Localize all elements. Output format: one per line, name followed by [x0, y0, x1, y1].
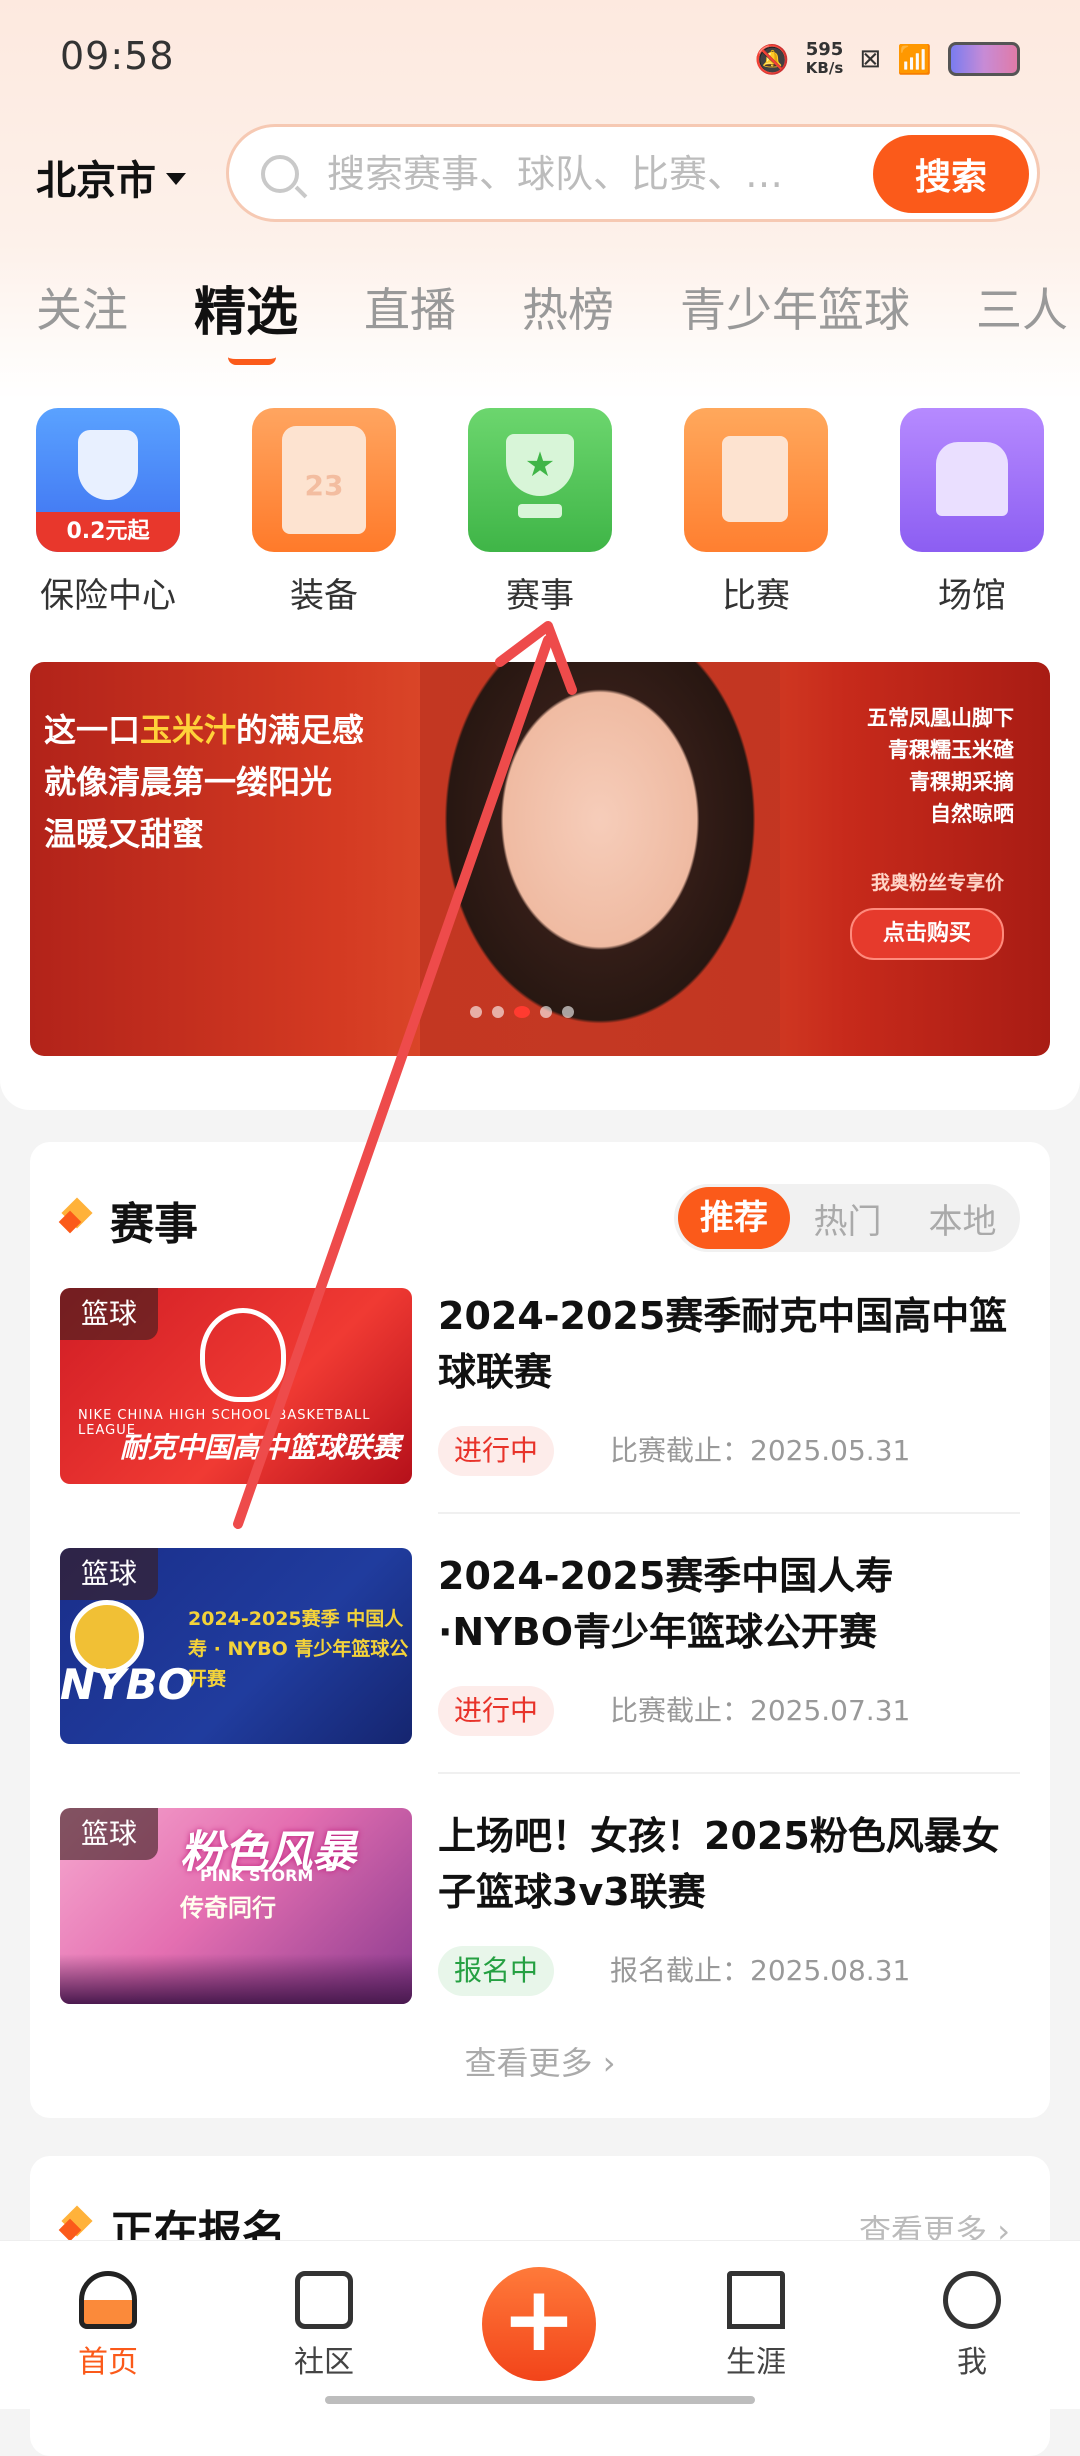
events-card: 赛事 推荐 热门 本地 NIKE CHINA HIGH SCHOOL BASKE… — [30, 1142, 1050, 2118]
status-badge: 进行中 — [438, 1426, 555, 1476]
banner-photo — [420, 662, 780, 1056]
divider — [438, 1512, 1020, 1514]
sport-tag: 篮球 — [60, 1288, 158, 1340]
status-icons: 🔕 595 KB/s ⊠ 📶 — [755, 40, 1020, 78]
quick-label: 比赛 — [722, 576, 790, 616]
event-deadline: 报名截止：2025.08.31 — [610, 1954, 911, 1987]
tab-3x3[interactable]: 三人 — [976, 274, 1068, 345]
sport-tag: 篮球 — [60, 1548, 158, 1600]
tab-youth-basketball[interactable]: 青少年篮球 — [680, 274, 910, 345]
segment-local[interactable]: 本地 — [905, 1194, 1020, 1243]
sport-tag: 篮球 — [60, 1808, 158, 1860]
home-icon — [79, 2271, 137, 2329]
face-icon — [943, 2271, 1001, 2329]
status-time: 09:58 — [60, 34, 175, 78]
top-tabs: 关注 精选 直播 热榜 青少年篮球 三人 — [36, 274, 1080, 365]
document-icon — [684, 408, 828, 552]
event-item[interactable]: 粉色风暴 PINK STORM 传奇同行 篮球 上场吧！女孩！2025粉色风暴女… — [60, 1808, 1020, 2008]
quick-equipment[interactable]: 23 装备 — [244, 408, 404, 617]
tab-follow[interactable]: 关注 — [36, 274, 128, 345]
event-deadline: 比赛截止：2025.07.31 — [610, 1694, 911, 1727]
tabbar-me[interactable]: 我 — [902, 2271, 1042, 2381]
venue-icon — [900, 408, 1044, 552]
shield-icon: 0.2元起 — [36, 408, 180, 552]
see-more-link[interactable]: 查看更多 › — [30, 2038, 1050, 2084]
add-button[interactable]: + — [482, 2267, 596, 2381]
event-item[interactable]: 2024-2025赛季 中国人寿 · NYBO 青少年篮球公开赛 NYBO 篮球… — [60, 1548, 1020, 1748]
tabbar-label: 生涯 — [726, 2345, 786, 2380]
quick-venues[interactable]: 场馆 — [892, 408, 1052, 617]
event-title: 2024-2025赛季中国人寿·NYBO青少年篮球公开赛 — [438, 1554, 894, 1654]
section-title: 赛事 — [110, 1199, 198, 1250]
jersey-icon: 23 — [252, 408, 396, 552]
promo-banner[interactable]: 这一口玉米汁的满足感 就像清晨第一缕阳光 温暖又甜蜜 五常凤凰山脚下 青稞糯玉米… — [30, 662, 1050, 1056]
banner-fan-price: 我奥粉丝专享价 — [870, 872, 1004, 894]
chevron-right-icon: › — [602, 2044, 616, 2082]
banner-desc: 五常凤凰山脚下 青稞糯玉米碴 青稞期采摘 自然晾晒 — [867, 706, 1014, 826]
segment-hot[interactable]: 热门 — [790, 1194, 905, 1243]
event-thumbnail: 2024-2025赛季 中国人寿 · NYBO 青少年篮球公开赛 NYBO 篮球 — [60, 1548, 412, 1744]
tabbar-community[interactable]: 社区 — [254, 2271, 394, 2381]
city-label: 北京市 — [36, 158, 156, 204]
chevron-down-icon — [166, 173, 186, 185]
divider — [438, 1772, 1020, 1774]
chat-icon — [295, 2271, 353, 2329]
mute-icon: 🔕 — [754, 42, 790, 76]
quick-games[interactable]: 比赛 — [676, 408, 836, 617]
events-filter: 推荐 热门 本地 — [674, 1184, 1020, 1252]
quick-events[interactable]: ★ 赛事 — [460, 408, 620, 617]
status-badge: 报名中 — [438, 1946, 555, 1996]
city-selector[interactable]: 北京市 — [36, 148, 186, 206]
quick-label: 保险中心 — [40, 576, 176, 616]
search-button[interactable]: 搜索 — [873, 135, 1029, 213]
tab-hot[interactable]: 热榜 — [522, 274, 614, 345]
tabbar-label: 我 — [957, 2345, 987, 2380]
quick-insurance[interactable]: 0.2元起 保险中心 — [28, 408, 188, 617]
trophy-icon: ★ — [468, 408, 612, 552]
event-thumbnail: 粉色风暴 PINK STORM 传奇同行 篮球 — [60, 1808, 412, 2004]
event-thumbnail: NIKE CHINA HIGH SCHOOL BASKETBALL LEAGUE… — [60, 1288, 412, 1484]
section-diamond-icon — [60, 1200, 96, 1236]
quick-label: 装备 — [290, 576, 358, 616]
segment-recommend[interactable]: 推荐 — [678, 1187, 790, 1249]
tabbar-home[interactable]: 首页 — [38, 2271, 178, 2381]
net-speed: 595 KB/s — [805, 39, 844, 77]
event-title: 2024-2025赛季耐克中国高中篮球联赛 — [438, 1294, 1008, 1394]
home-indicator — [325, 2396, 755, 2404]
quick-label: 赛事 — [506, 576, 574, 616]
tab-live[interactable]: 直播 — [364, 274, 456, 345]
wifi-icon: 📶 — [897, 42, 932, 76]
tabbar-label: 社区 — [294, 2345, 354, 2380]
search-input[interactable] — [325, 145, 829, 203]
carousel-indicator — [470, 1006, 574, 1018]
banner-buy-button[interactable]: 点击购买 — [850, 908, 1004, 960]
battery-icon — [948, 42, 1020, 76]
search-bar[interactable]: 搜索 — [226, 124, 1040, 222]
sim-icon: ⊠ — [859, 44, 882, 74]
tabbar-career[interactable]: 生涯 — [686, 2271, 826, 2381]
event-title: 上场吧！女孩！2025粉色风暴女子篮球3v3联赛 — [438, 1814, 1000, 1914]
tabbar-label: 首页 — [78, 2345, 138, 2380]
search-icon — [261, 155, 299, 193]
tab-featured[interactable]: 精选 — [194, 270, 298, 365]
bottom-tabbar: 首页 社区 + 生涯 我 — [0, 2240, 1080, 2409]
quick-label: 场馆 — [938, 576, 1006, 616]
bookmark-icon — [727, 2271, 785, 2329]
status-badge: 进行中 — [438, 1686, 555, 1736]
event-item[interactable]: NIKE CHINA HIGH SCHOOL BASKETBALL LEAGUE… — [60, 1288, 1020, 1488]
event-deadline: 比赛截止：2025.05.31 — [610, 1434, 911, 1467]
section-diamond-icon — [60, 2208, 96, 2244]
insurance-price-badge: 0.2元起 — [36, 512, 180, 552]
banner-slogan: 这一口玉米汁的满足感 就像清晨第一缕阳光 温暖又甜蜜 — [44, 711, 365, 853]
